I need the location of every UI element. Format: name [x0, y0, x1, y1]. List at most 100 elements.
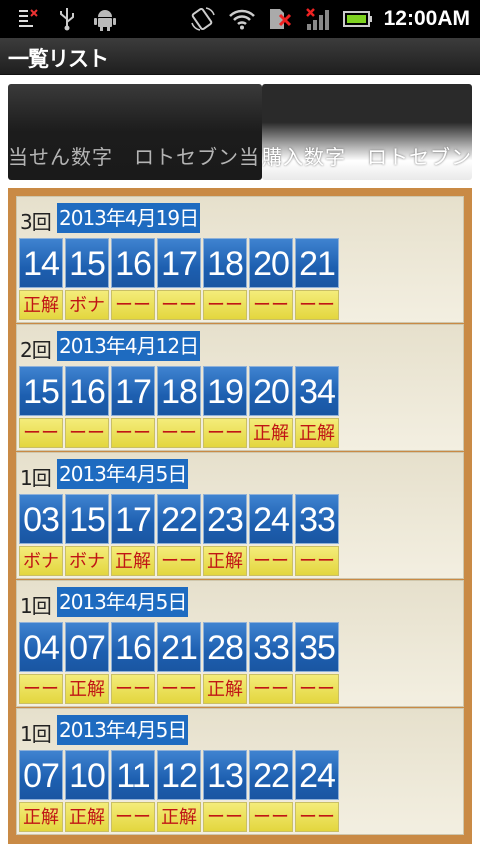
match-mark: 正解	[157, 802, 201, 832]
results-list[interactable]: 3回 2013年4月19日 14 15 16 17 18 20 21 正解 ボナ…	[8, 188, 472, 844]
number-ball: 14	[19, 238, 63, 288]
number-ball: 15	[65, 238, 109, 288]
tab-winning-numbers[interactable]: 当せん数字 ロトセブン当	[8, 84, 262, 180]
number-ball: 20	[249, 238, 293, 288]
match-mark: ーー	[295, 546, 339, 576]
draw-date: 2013年4月19日	[57, 203, 201, 233]
rotation-icon	[190, 7, 216, 31]
match-mark: ーー	[249, 290, 293, 320]
draw-date: 2013年4月5日	[57, 715, 189, 745]
match-mark: 正解	[111, 546, 155, 576]
round-label: 1回	[20, 722, 52, 746]
match-mark: ーー	[111, 418, 155, 448]
number-ball: 16	[111, 622, 155, 672]
list-item[interactable]: 1回 2013年4月5日 04 07 16 21 28 33 35 ーー 正解 …	[16, 580, 464, 707]
match-mark: ーー	[19, 674, 63, 704]
number-ball: 03	[19, 494, 63, 544]
match-mark: ーー	[157, 290, 201, 320]
number-ball: 15	[19, 366, 63, 416]
number-ball: 17	[111, 494, 155, 544]
number-ball: 07	[65, 622, 109, 672]
match-mark: ボナ	[65, 290, 109, 320]
match-mark: ーー	[111, 290, 155, 320]
number-ball: 35	[295, 622, 339, 672]
number-ball: 33	[249, 622, 293, 672]
match-mark: ーー	[295, 290, 339, 320]
match-mark: ーー	[249, 802, 293, 832]
wifi-icon	[229, 7, 255, 31]
match-mark: ーー	[157, 418, 201, 448]
match-mark: 正解	[203, 674, 247, 704]
number-ball: 21	[295, 238, 339, 288]
tab-bar: 当せん数字 ロトセブン当 購入数字 ロトセブン	[8, 84, 472, 180]
notification-icon[interactable]	[18, 7, 42, 31]
match-mark: ーー	[157, 546, 201, 576]
number-ball: 23	[203, 494, 247, 544]
round-label: 3回	[20, 210, 52, 234]
match-mark: ボナ	[19, 546, 63, 576]
number-ball: 21	[157, 622, 201, 672]
list-item[interactable]: 3回 2013年4月19日 14 15 16 17 18 20 21 正解 ボナ…	[16, 196, 464, 323]
match-mark: ーー	[295, 674, 339, 704]
draw-date: 2013年4月12日	[57, 331, 201, 361]
match-mark: ーー	[203, 290, 247, 320]
match-mark: ーー	[203, 418, 247, 448]
number-ball: 15	[65, 494, 109, 544]
match-mark: 正解	[65, 674, 109, 704]
number-ball: 17	[157, 238, 201, 288]
number-ball: 12	[157, 750, 201, 800]
usb-icon	[58, 7, 76, 31]
match-mark: ーー	[111, 802, 155, 832]
match-mark: ーー	[19, 418, 63, 448]
tab-label: 当せん数字 ロトセブン当	[8, 145, 260, 169]
match-mark: 正解	[65, 802, 109, 832]
number-ball: 16	[65, 366, 109, 416]
tab-purchased-numbers[interactable]: 購入数字 ロトセブン	[262, 84, 472, 180]
number-ball: 04	[19, 622, 63, 672]
number-ball: 07	[19, 750, 63, 800]
number-ball: 10	[65, 750, 109, 800]
match-mark: 正解	[19, 290, 63, 320]
round-label: 2回	[20, 338, 52, 362]
match-mark: 正解	[19, 802, 63, 832]
match-mark: ーー	[157, 674, 201, 704]
number-ball: 17	[111, 366, 155, 416]
list-item[interactable]: 1回 2013年4月5日 07 10 11 12 13 22 24 正解 正解 …	[16, 708, 464, 835]
battery-icon	[343, 7, 373, 31]
draw-date: 2013年4月5日	[57, 459, 189, 489]
match-mark: 正解	[295, 418, 339, 448]
tab-label: 購入数字 ロトセブン	[262, 145, 472, 169]
page-title: 一覧リスト	[8, 47, 109, 71]
number-ball: 24	[295, 750, 339, 800]
number-ball: 34	[295, 366, 339, 416]
match-mark: ーー	[249, 674, 293, 704]
status-bar: 12:00AM	[0, 0, 480, 38]
title-bar: 一覧リスト	[0, 38, 480, 75]
no-sim-icon	[267, 7, 293, 31]
round-label: 1回	[20, 594, 52, 618]
number-ball: 22	[157, 494, 201, 544]
match-mark: ーー	[295, 802, 339, 832]
number-ball: 33	[295, 494, 339, 544]
match-mark: 正解	[249, 418, 293, 448]
number-ball: 28	[203, 622, 247, 672]
number-ball: 22	[249, 750, 293, 800]
number-ball: 20	[249, 366, 293, 416]
number-ball: 11	[111, 750, 155, 800]
match-mark: ーー	[203, 802, 247, 832]
number-ball: 18	[157, 366, 201, 416]
draw-date: 2013年4月5日	[57, 587, 189, 617]
number-ball: 13	[203, 750, 247, 800]
number-ball: 18	[203, 238, 247, 288]
clock: 12:00AM	[383, 7, 470, 30]
match-mark: ーー	[111, 674, 155, 704]
match-mark: ボナ	[65, 546, 109, 576]
round-label: 1回	[20, 466, 52, 490]
number-ball: 19	[203, 366, 247, 416]
match-mark: 正解	[203, 546, 247, 576]
android-debug-icon	[94, 7, 116, 31]
list-item[interactable]: 2回 2013年4月12日 15 16 17 18 19 20 34 ーー ーー…	[16, 324, 464, 451]
match-mark: ーー	[249, 546, 293, 576]
number-ball: 16	[111, 238, 155, 288]
list-item[interactable]: 1回 2013年4月5日 03 15 17 22 23 24 33 ボナ ボナ …	[16, 452, 464, 579]
